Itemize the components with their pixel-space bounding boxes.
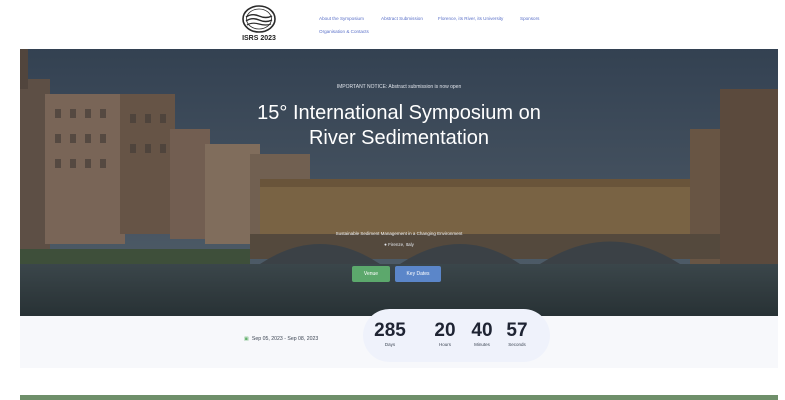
event-date-range: ▣ Sep 05, 2023 - Sep 08, 2023 [244,336,318,342]
nav-item-about[interactable]: About the Symposium [319,16,364,21]
date-range-text: Sep 05, 2023 - Sep 08, 2023 [251,336,319,342]
countdown-days: 285 Days [370,320,410,348]
site-logo[interactable]: ISRS 2023 [230,5,288,45]
logo-emblem-icon [242,5,276,33]
hero-banner: IMPORTANT NOTICE: Abstract submission is… [20,49,778,316]
hero-theme: Sustainable Sediment Management in a Cha… [335,231,463,236]
countdown-seconds: 57 Seconds [497,320,537,348]
location-text: Firenze, Italy [388,242,414,247]
nav-item-florence[interactable]: Florence, its River, its University [438,16,503,21]
countdown-days-value: 285 [374,320,406,341]
countdown-hours-value: 20 [434,320,456,341]
countdown-seconds-value: 57 [506,320,528,341]
calendar-icon: ▣ [244,336,249,342]
countdown-seconds-label: Seconds [508,342,526,347]
venue-button[interactable]: Venue [352,266,390,282]
logo-text: ISRS 2023 [242,35,276,42]
site-header: ISRS 2023 About the Symposium Abstract S… [0,0,785,48]
key-dates-button[interactable]: Key Dates [395,266,441,282]
countdown-hours: 20 Hours [425,320,465,348]
important-notice: IMPORTANT NOTICE: Abstract submission is… [336,84,462,90]
nav-item-sponsors[interactable]: Sponsors [520,16,539,21]
countdown-timer: 285 Days 20 Hours 40 Minutes 57 Seconds [363,309,550,362]
hero-title: 15° International Symposium on River Sed… [257,102,541,149]
countdown-days-label: Days [384,342,396,347]
map-pin-icon: ● [384,242,387,247]
hero-location: ● Firenze, Italy [20,242,778,247]
countdown-minutes-value: 40 [471,320,493,341]
next-section-strip [20,395,778,400]
nav-item-organisation[interactable]: Organisation & Contacts [319,29,369,34]
countdown-minutes-label: Minutes [474,342,490,347]
countdown-hours-label: Hours [438,342,451,347]
nav-item-abstract-submission[interactable]: Abstract Submission [381,16,423,21]
countdown-minutes: 40 Minutes [462,320,502,348]
